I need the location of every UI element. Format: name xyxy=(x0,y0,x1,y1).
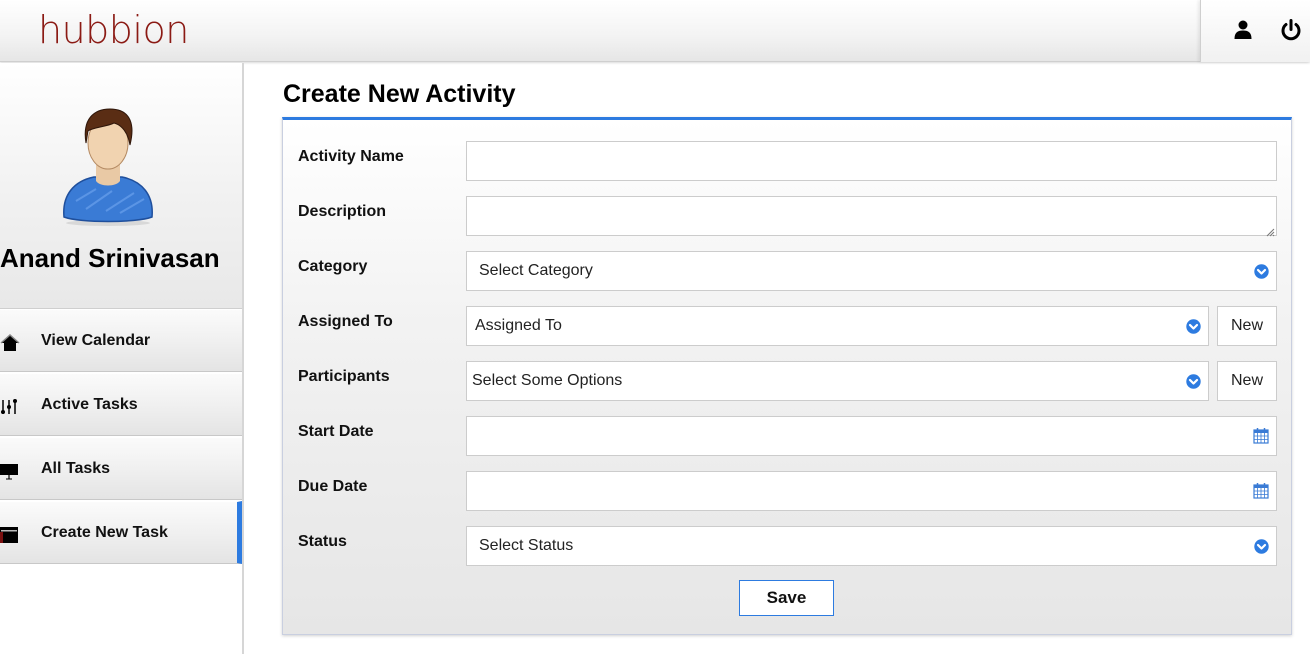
due-date-input[interactable] xyxy=(466,471,1277,511)
window-icon xyxy=(0,526,20,544)
sidebar-item-label: View Calendar xyxy=(41,332,151,349)
new-participant-button[interactable]: New xyxy=(1217,361,1277,401)
sidebar-item-label: Active Tasks xyxy=(41,396,138,413)
app-logo[interactable]: hubbion xyxy=(38,8,189,52)
calendar-icon[interactable] xyxy=(1253,482,1269,499)
participants-label: Participants xyxy=(298,368,390,385)
status-select[interactable]: Select Status xyxy=(466,526,1277,566)
home-icon xyxy=(0,333,20,352)
new-assignee-button[interactable]: New xyxy=(1217,306,1277,346)
start-date-label: Start Date xyxy=(298,423,374,440)
user-icon[interactable] xyxy=(1231,18,1255,42)
sidebar-item-active-tasks[interactable]: Active Tasks xyxy=(0,373,242,436)
app-header: hubbion xyxy=(0,0,1310,62)
description-label: Description xyxy=(298,203,387,220)
assigned-to-select[interactable]: Assigned To xyxy=(466,306,1209,346)
page-title: Create New Activity xyxy=(283,80,516,108)
sidebar-item-label: Create New Task xyxy=(41,524,168,541)
header-tools xyxy=(1200,0,1310,62)
activity-name-label: Activity Name xyxy=(298,148,404,165)
sidebar: Anand Srinivasan View Calendar Active Ta… xyxy=(0,63,244,654)
power-icon[interactable] xyxy=(1279,18,1303,42)
save-button[interactable]: Save xyxy=(739,580,834,616)
create-activity-form: Activity Name Description Category Selec… xyxy=(282,117,1292,635)
user-profile: Anand Srinivasan xyxy=(0,63,242,309)
sidebar-item-all-tasks[interactable]: All Tasks xyxy=(0,437,242,500)
resize-handle-icon[interactable] xyxy=(1265,224,1275,237)
sidebar-item-label: All Tasks xyxy=(41,460,111,477)
avatar xyxy=(56,105,160,227)
chevron-down-icon xyxy=(1254,539,1269,554)
chevron-down-icon xyxy=(1186,319,1201,334)
category-select[interactable]: Select Category xyxy=(466,251,1277,291)
monitor-icon xyxy=(0,462,20,480)
chevron-down-icon xyxy=(1254,264,1269,279)
due-date-label: Due Date xyxy=(298,478,368,495)
activity-name-input[interactable] xyxy=(466,141,1277,181)
status-label: Status xyxy=(298,533,347,550)
category-label: Category xyxy=(298,258,368,275)
calendar-icon[interactable] xyxy=(1253,427,1269,444)
participants-select[interactable]: Select Some Options xyxy=(466,361,1209,401)
sliders-icon xyxy=(0,398,20,416)
sidebar-item-create-new-task[interactable]: Create New Task xyxy=(0,501,242,564)
chevron-down-icon xyxy=(1186,374,1201,389)
sidebar-item-view-calendar[interactable]: View Calendar xyxy=(0,309,242,372)
user-name: Anand Srinivasan xyxy=(0,243,220,273)
description-textarea[interactable] xyxy=(466,196,1277,237)
assigned-to-label: Assigned To xyxy=(298,313,393,330)
start-date-input[interactable] xyxy=(466,416,1277,456)
